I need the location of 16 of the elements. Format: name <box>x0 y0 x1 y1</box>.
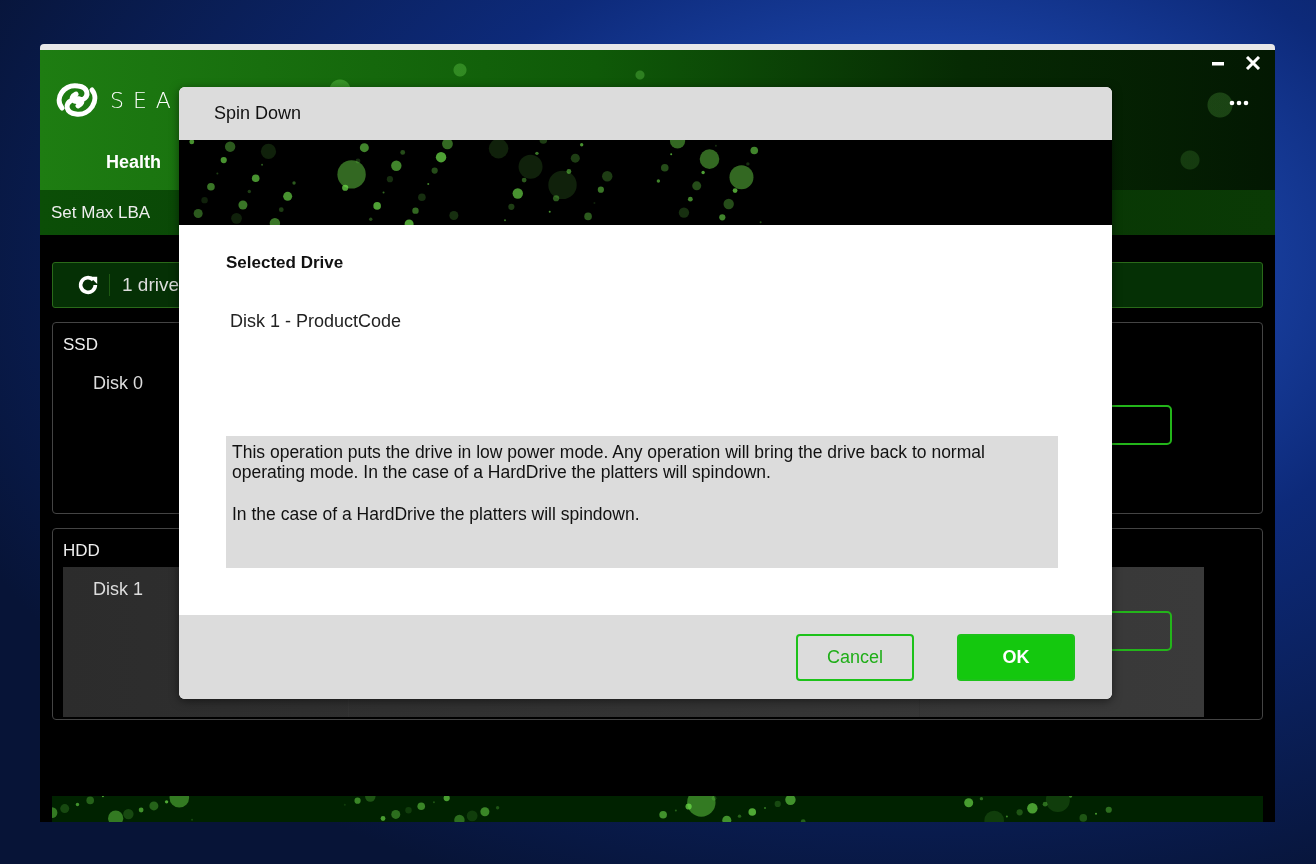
refresh-button[interactable] <box>77 274 110 296</box>
drive-count: 1 drive <box>122 274 180 296</box>
section-label: HDD <box>63 541 101 561</box>
section-label: SSD <box>63 335 99 355</box>
disk-name: Disk 0 <box>93 373 143 393</box>
nav-tab[interactable]: Health <box>90 148 177 177</box>
selected-drive-label: Selected Drive <box>226 253 345 273</box>
disk-name: Disk 1 <box>93 579 143 599</box>
selected-drive-value: Disk 1 - ProductCode <box>230 311 403 332</box>
sub-tab[interactable]: Set Max LBA <box>51 202 151 223</box>
dialog-title: Spin Down <box>214 103 302 124</box>
description-text: This operation puts the drive in low power mode. Any operation will bring the drive back to normal operating mode. In the case of a HardDrive the platters will spindown. <box>232 442 986 482</box>
brand-name: SEA <box>110 87 180 113</box>
more-menu-icon[interactable] <box>1229 100 1249 106</box>
close-icon[interactable] <box>1245 56 1261 70</box>
description-text: In the case of a HardDrive the platters will spindown. <box>232 504 641 524</box>
